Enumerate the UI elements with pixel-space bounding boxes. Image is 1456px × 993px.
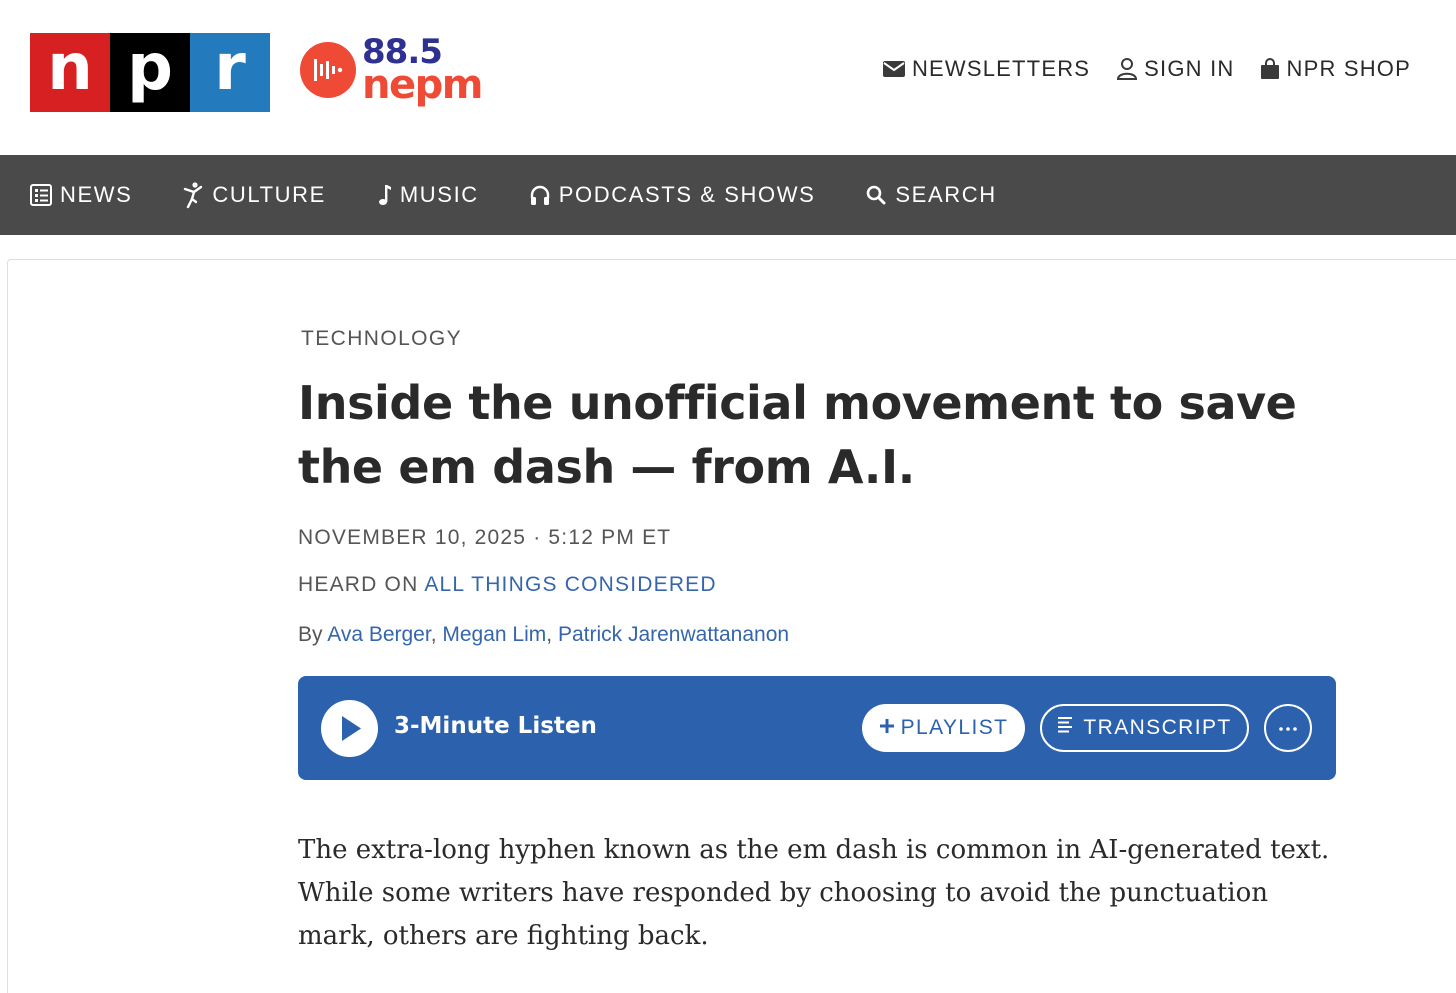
nav-label-culture: CULTURE xyxy=(212,182,326,207)
shopping-bag-icon xyxy=(1260,58,1280,80)
show-link[interactable]: ALL THINGS CONSIDERED xyxy=(424,573,716,596)
author-link[interactable]: Patrick Jarenwattananon xyxy=(558,623,789,646)
music-note-icon xyxy=(376,183,392,207)
utility-links: NEWSLETTERS SIGN IN NPR SHOP xyxy=(882,56,1411,82)
ellipsis-icon xyxy=(1278,719,1298,737)
newsletters-link[interactable]: NEWSLETTERS xyxy=(882,56,1090,82)
plus-icon xyxy=(879,716,895,740)
headphones-icon xyxy=(529,184,551,206)
newspaper-icon xyxy=(30,184,52,206)
npr-logo-letter-n: n xyxy=(30,33,110,112)
search-icon xyxy=(865,184,887,206)
heard-on: HEARD ON ALL THINGS CONSIDERED xyxy=(298,573,717,597)
byline-prefix: By xyxy=(298,623,328,646)
author-link[interactable]: Megan Lim xyxy=(442,623,546,646)
npr-logo[interactable]: n p r xyxy=(30,33,270,112)
npr-shop-link[interactable]: NPR SHOP xyxy=(1260,56,1411,82)
article-headline: Inside the unofficial movement to save t… xyxy=(298,376,1297,494)
npr-logo-letter-r: r xyxy=(190,33,270,112)
more-options-button[interactable] xyxy=(1264,704,1312,752)
listen-duration-label: 3-Minute Listen xyxy=(394,713,597,739)
user-icon xyxy=(1116,57,1138,81)
nav-item-music[interactable]: MUSIC xyxy=(376,182,479,208)
station-logo[interactable]: 88.5 nepm xyxy=(300,32,490,112)
section-label[interactable]: TECHNOLOGY xyxy=(301,327,462,351)
nav-label-news: NEWS xyxy=(60,182,133,207)
nav-item-search[interactable]: SEARCH xyxy=(865,182,996,208)
byline-separator: , xyxy=(430,623,443,646)
article-dateline: NOVEMBER 10, 2025 · 5:12 PM ET xyxy=(298,526,672,549)
dancer-icon xyxy=(182,181,204,209)
main-nav: NEWS CULTURE MUSIC PODCASTS & SHOWS SEAR… xyxy=(0,155,1456,235)
transcript-label: TRANSCRIPT xyxy=(1083,716,1232,739)
site-header: n p r 88.5 nepm NEWSLETTERS SIGN IN NPR … xyxy=(0,0,1456,155)
nav-label-search: SEARCH xyxy=(895,182,997,207)
add-to-playlist-button[interactable]: PLAYLIST xyxy=(862,704,1025,752)
nav-label-music: MUSIC xyxy=(399,182,479,207)
newsletters-label: NEWSLETTERS xyxy=(911,56,1091,81)
sign-in-link[interactable]: SIGN IN xyxy=(1116,56,1234,82)
audio-player: 3-Minute Listen PLAYLIST TRANSCRIPT xyxy=(298,676,1336,780)
nav-item-news[interactable]: NEWS xyxy=(30,182,132,208)
author-link[interactable]: Ava Berger xyxy=(327,623,431,646)
transcript-button[interactable]: TRANSCRIPT xyxy=(1040,704,1249,752)
station-call-letters: nepm xyxy=(362,62,483,108)
article-teaser: The extra-long hyphen known as the em da… xyxy=(298,835,1330,951)
envelope-icon xyxy=(882,59,906,79)
npr-shop-label: NPR SHOP xyxy=(1286,56,1411,81)
heard-on-prefix: HEARD ON xyxy=(298,573,425,596)
byline: By Ava Berger, Megan Lim, Patrick Jarenw… xyxy=(298,623,789,647)
play-button[interactable] xyxy=(321,700,378,757)
sign-in-label: SIGN IN xyxy=(1144,56,1235,81)
station-logo-mark-icon xyxy=(300,42,356,98)
nav-label-podcasts-shows: PODCASTS & SHOWS xyxy=(558,182,816,207)
transcript-lines-icon xyxy=(1057,716,1073,740)
playlist-label: PLAYLIST xyxy=(900,716,1009,739)
byline-separator: , xyxy=(546,623,558,646)
npr-logo-letter-p: p xyxy=(110,33,190,112)
nav-item-culture[interactable]: CULTURE xyxy=(182,181,325,209)
nav-item-podcasts-shows[interactable]: PODCASTS & SHOWS xyxy=(529,182,816,208)
